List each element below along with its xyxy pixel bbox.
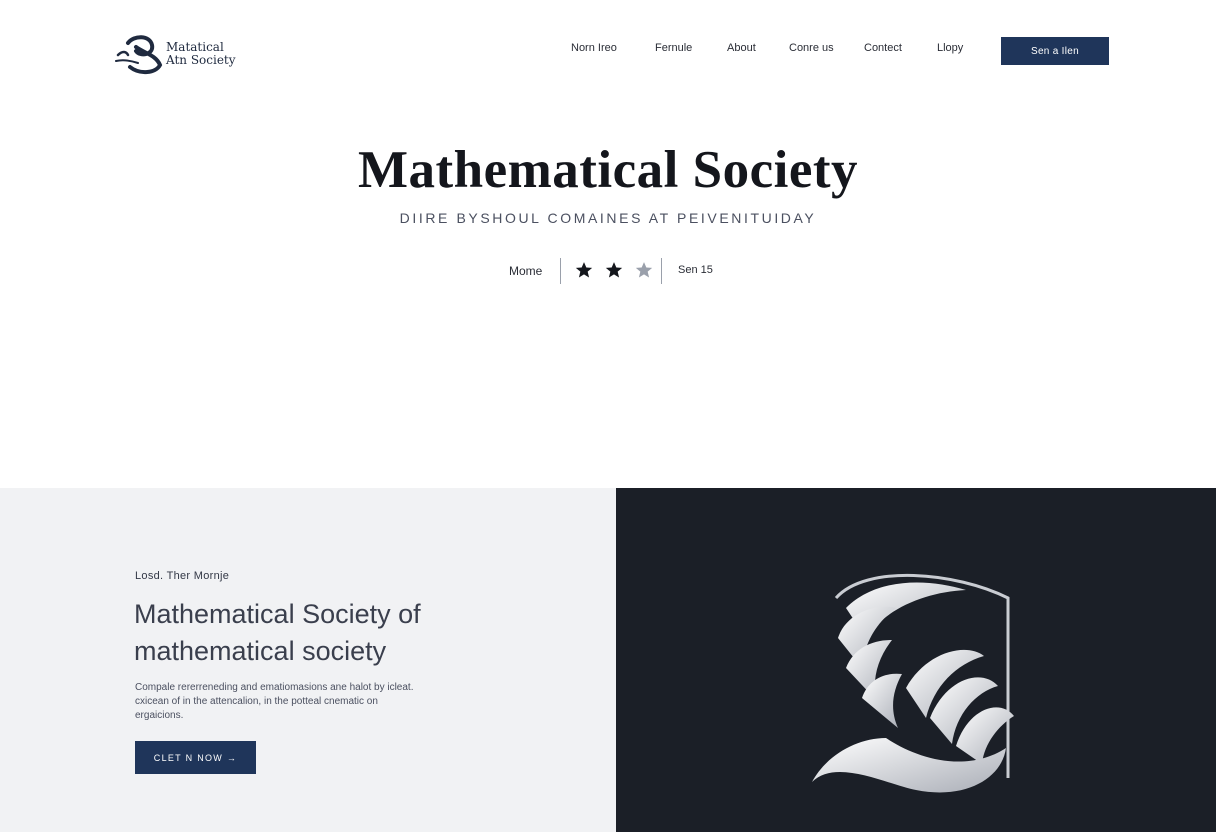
meta-divider xyxy=(661,258,662,284)
nav-item-1[interactable]: Norn Ireo xyxy=(571,42,617,54)
site-header: Matatical Atn Society Norn Ireo Fernule … xyxy=(0,0,1216,100)
hero-subtitle: DIIRE BYSHOUL COMAINES AT PEIVENITUIDAY xyxy=(399,210,817,226)
nav-item-6[interactable]: Llopy xyxy=(937,42,963,54)
star-filled-icon xyxy=(575,262,593,278)
society-emblem-icon xyxy=(812,574,1014,793)
meta-right-label: Sen 15 xyxy=(678,264,713,276)
feature-title: Mathematical Society of mathematical soc… xyxy=(134,596,554,670)
nav-item-about[interactable]: About xyxy=(727,42,756,54)
feature-title-line1: Mathematical Society of xyxy=(134,599,421,629)
nav-item-4[interactable]: Conre us xyxy=(789,42,834,54)
feature-description-line2: cxicean of in the attencalion, in the po… xyxy=(135,696,378,707)
nav-item-contact[interactable]: Contect xyxy=(864,42,902,54)
meta-divider xyxy=(560,258,561,284)
page-title: Mathematical Society xyxy=(357,141,859,199)
feature-panel: Losd. Ther Mornje Mathematical Society o… xyxy=(0,488,616,832)
header-cta-button[interactable]: Sen a Ilen xyxy=(1001,37,1109,65)
emblem-panel xyxy=(616,488,1216,832)
nav-item-2[interactable]: Fernule xyxy=(655,42,692,54)
feature-eyebrow: Losd. Ther Mornje xyxy=(135,570,230,582)
feature-description: Compale rererreneding and ematiomasions … xyxy=(135,681,495,723)
hero-meta: Mome Sen 15 xyxy=(500,256,730,286)
feature-description-line1: Compale rererreneding and ematiomasions … xyxy=(135,682,414,693)
star-rating xyxy=(574,260,654,280)
get-it-now-button[interactable]: CLET N NOW → xyxy=(135,741,256,774)
feature-description-line3: ergaicions. xyxy=(135,710,184,721)
star-filled-icon xyxy=(605,262,623,278)
feature-title-line2: mathematical society xyxy=(134,636,387,666)
meta-left-label: Mome xyxy=(509,264,543,278)
star-empty-icon xyxy=(635,262,653,278)
